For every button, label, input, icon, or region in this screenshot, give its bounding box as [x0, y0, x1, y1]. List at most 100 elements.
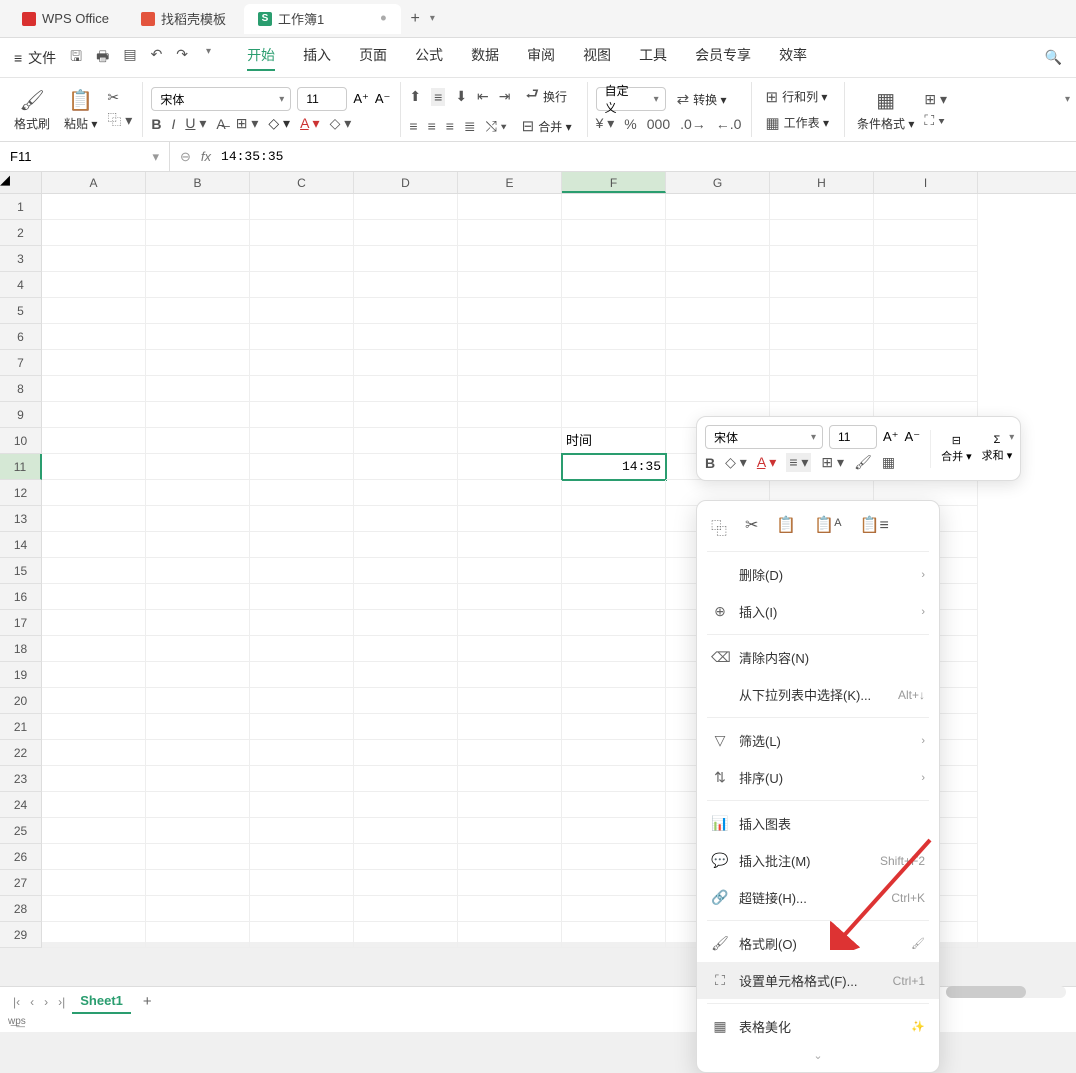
menu-review[interactable]: 审阅 [527, 45, 555, 71]
menu-tools[interactable]: 工具 [639, 45, 667, 71]
currency-icon[interactable]: ¥ ▾ [596, 115, 615, 132]
row-header[interactable]: 28 [0, 896, 42, 922]
cell[interactable] [146, 194, 250, 220]
cell[interactable] [874, 350, 978, 376]
row-header[interactable]: 15 [0, 558, 42, 584]
cell[interactable] [562, 584, 666, 610]
cell[interactable] [42, 272, 146, 298]
cell[interactable] [770, 194, 874, 220]
qat-caret[interactable]: ▾ [202, 46, 215, 70]
cell[interactable] [250, 688, 354, 714]
cell[interactable] [562, 350, 666, 376]
cell[interactable] [562, 688, 666, 714]
cell[interactable] [146, 220, 250, 246]
cell[interactable] [770, 376, 874, 402]
cell[interactable] [458, 220, 562, 246]
cell[interactable] [562, 272, 666, 298]
cell[interactable] [458, 896, 562, 922]
menu-start[interactable]: 开始 [247, 45, 275, 71]
cell[interactable] [770, 324, 874, 350]
horizontal-scrollbar[interactable] [946, 986, 1066, 998]
cell[interactable] [250, 636, 354, 662]
cell[interactable] [146, 870, 250, 896]
cell[interactable] [458, 714, 562, 740]
ctx-clear[interactable]: ⌫清除内容(N) [697, 639, 939, 676]
ctx-expand-button[interactable]: ⌄ [697, 1045, 939, 1066]
cell[interactable] [458, 532, 562, 558]
cell[interactable] [458, 584, 562, 610]
align-left-icon[interactable]: ≡ [409, 118, 417, 134]
ctx-filter[interactable]: ▽筛选(L)› [697, 722, 939, 759]
cell[interactable] [250, 298, 354, 324]
cell[interactable] [458, 272, 562, 298]
cell[interactable] [250, 402, 354, 428]
cell[interactable] [42, 298, 146, 324]
border-button[interactable]: ⊞ ▾ [821, 454, 844, 471]
formula-value[interactable]: 14:35:35 [221, 149, 283, 164]
cell[interactable] [250, 610, 354, 636]
cell[interactable] [250, 532, 354, 558]
highlight-button[interactable]: ◇ ▾ [330, 115, 352, 132]
cell[interactable] [146, 506, 250, 532]
cell[interactable] [666, 220, 770, 246]
cell[interactable] [42, 766, 146, 792]
cell[interactable] [250, 220, 354, 246]
row-header[interactable]: 10 [0, 428, 42, 454]
cell[interactable] [562, 740, 666, 766]
cell[interactable] [42, 792, 146, 818]
ctx-beautify[interactable]: ▦表格美化✨ [697, 1008, 939, 1045]
font-size-select[interactable]: 11▾ [297, 87, 347, 111]
cell[interactable] [146, 662, 250, 688]
cell[interactable] [458, 480, 562, 506]
redo-icon[interactable]: ↷ [176, 46, 188, 70]
align-justify-icon[interactable]: ≣ [464, 118, 476, 135]
cell[interactable] [354, 298, 458, 324]
search-icon[interactable]: 🔍 [1045, 49, 1062, 66]
paste-special-icon[interactable]: 📋ᴬ [814, 515, 841, 539]
cell[interactable] [42, 220, 146, 246]
cell[interactable] [354, 324, 458, 350]
cell[interactable] [42, 428, 146, 454]
ctx-insert[interactable]: ⊕插入(I)› [697, 593, 939, 630]
col-header-A[interactable]: A [42, 172, 146, 193]
crop-icon[interactable]: ⛶ ▾ [924, 112, 945, 129]
mini-sum-button[interactable]: Σ求和 ▾ [982, 434, 1013, 463]
ctx-comment[interactable]: 💬插入批注(M)Shift+F2 [697, 842, 939, 879]
sheet-button[interactable]: ▦工作表 ▾ [760, 112, 834, 134]
cell[interactable] [458, 636, 562, 662]
ctx-dropdown-select[interactable]: 从下拉列表中选择(K)...Alt+↓ [697, 676, 939, 713]
cell[interactable] [458, 376, 562, 402]
cell[interactable] [666, 376, 770, 402]
cell[interactable] [354, 376, 458, 402]
cell[interactable] [42, 818, 146, 844]
cut-icon[interactable]: ✂ [745, 515, 758, 539]
cell[interactable] [250, 350, 354, 376]
cell[interactable] [354, 428, 458, 454]
menu-formula[interactable]: 公式 [415, 45, 443, 71]
tab-menu-caret[interactable]: ▾ [426, 13, 439, 24]
align-bottom-icon[interactable]: ⬇ [455, 88, 467, 105]
cell[interactable] [562, 558, 666, 584]
cond-format-button[interactable]: ▦条件格式 ▾ [853, 86, 918, 134]
col-header-E[interactable]: E [458, 172, 562, 193]
cell[interactable] [666, 350, 770, 376]
cell[interactable] [666, 194, 770, 220]
align-button[interactable]: ≡ ▾ [786, 453, 811, 472]
sheet-nav-prev[interactable]: ‹ [27, 995, 37, 1009]
format-painter-icon[interactable]: 🖌 [854, 454, 872, 471]
cell[interactable] [458, 350, 562, 376]
print-icon[interactable]: 🖶 [96, 46, 109, 70]
cell[interactable] [42, 636, 146, 662]
cell[interactable] [458, 844, 562, 870]
cell[interactable] [250, 584, 354, 610]
cell[interactable] [354, 688, 458, 714]
cell[interactable] [562, 662, 666, 688]
ctx-sort[interactable]: ⇅排序(U)› [697, 759, 939, 796]
bold-button[interactable]: B [151, 116, 161, 132]
font-grow-icon[interactable]: A⁺ [883, 429, 899, 445]
cell[interactable] [562, 896, 666, 922]
cell[interactable] [146, 740, 250, 766]
cell[interactable] [354, 350, 458, 376]
cell[interactable] [146, 324, 250, 350]
cell[interactable] [562, 922, 666, 948]
